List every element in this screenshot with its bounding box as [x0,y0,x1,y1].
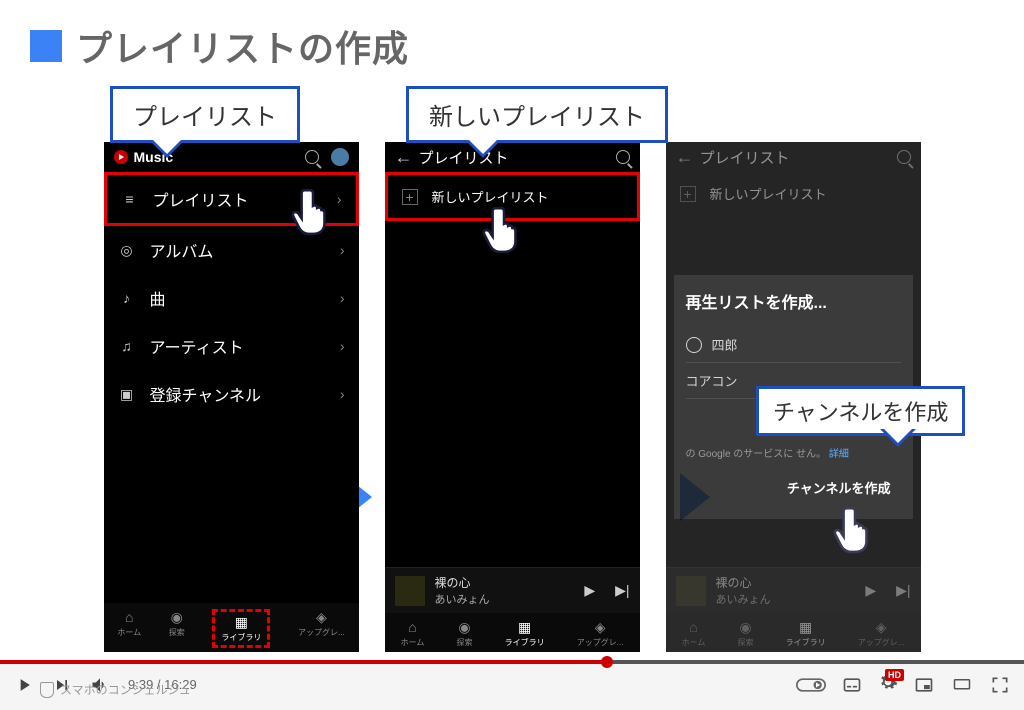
chevron-right-icon: › [340,242,345,258]
play-icon[interactable]: ▶ [584,582,595,599]
playlist-icon: ≡ [121,191,139,207]
details-link[interactable]: 詳細 [829,449,849,460]
chevron-right-icon: › [340,290,345,306]
chevron-right-icon: › [340,386,345,402]
progress-bar[interactable] [0,660,1024,664]
theater-button[interactable] [950,676,974,694]
phone-2: ← プレイリスト + 新しいプレイリスト 裸の心あいみょん ▶ ▶| [385,142,640,652]
play-icon[interactable]: ▶ [865,582,876,599]
subscription-icon: ▣ [118,386,136,402]
create-channel-button[interactable]: チャンネルを作成 [777,470,901,505]
search-icon[interactable] [305,150,319,164]
avatar[interactable] [331,148,349,166]
nav-explore[interactable]: ◉探索 [737,619,753,648]
bottom-nav: ⌂ホーム ◉探索 ▦ライブラリ ◈アップグレ... [666,613,921,652]
nav-upgrade[interactable]: ◈アップグレ... [298,609,345,648]
new-playlist-button[interactable]: + 新しいプレイリスト [666,172,921,215]
menu-item-artists[interactable]: ♫ アーティスト › [104,322,359,370]
dialog-user-row: 四郎 [686,327,901,363]
phone-1: Music ≡ プレイリスト › ◎ アルバム › [104,142,359,652]
nav-library[interactable]: ▦ライブラリ [505,619,545,648]
compass-icon: ◉ [169,609,185,625]
nav-home[interactable]: ⌂ホーム [117,609,141,648]
nav-upgrade[interactable]: ◈アップグレ... [577,619,624,648]
chevron-right-icon: › [340,338,345,354]
bottom-nav: ⌂ホーム ◉探索 ▦ライブラリ ◈アップグレ... [385,613,640,652]
bullet-icon [30,30,62,62]
callout-playlist: プレイリスト [110,86,300,143]
subtitles-button[interactable] [842,675,862,695]
music-note-icon: ♪ [118,290,136,306]
nav-library[interactable]: ▦ライブラリ [212,609,270,648]
channel-name: スマホのコンシェルジュ [40,681,191,698]
person-icon [686,337,702,353]
menu-label: アルバム [150,238,214,262]
dialog-subtext: の Google のサービスに せん。 詳細 [686,445,901,460]
callout-create-channel: チャンネルを作成 [756,386,965,436]
album-icon: ◎ [118,242,136,258]
slide-content: プレイリストの作成 プレイリスト 新しいプレイリスト チャンネルを作成 Musi… [0,0,1024,660]
shield-icon [40,682,54,698]
album-art [395,576,425,606]
menu-item-songs[interactable]: ♪ 曲 › [104,274,359,322]
pointer-hand-icon [481,204,525,254]
menu-label: 曲 [150,286,166,310]
nav-explore[interactable]: ◉探索 [456,619,472,648]
nav-library[interactable]: ▦ライブラリ [786,619,826,648]
play-button[interactable] [14,675,34,695]
dialog-title: 再生リストを作成... [686,289,901,313]
app-topbar: ← プレイリスト [666,142,921,172]
miniplayer-button[interactable] [914,675,934,695]
next-icon[interactable]: ▶| [896,582,910,599]
upgrade-icon: ◈ [313,609,329,625]
header-title: プレイリスト [700,147,790,168]
slide-title: プレイリストの作成 [76,20,409,72]
menu-item-subscriptions[interactable]: ▣ 登録チャンネル › [104,370,359,418]
search-icon[interactable] [897,150,911,164]
slide-header: プレイリストの作成 [30,20,994,72]
nav-upgrade[interactable]: ◈アップグレ... [858,619,905,648]
plus-icon: + [680,186,696,202]
menu-label: アーティスト [150,334,244,358]
menu-label: 登録チャンネル [150,382,262,406]
back-icon[interactable]: ← [676,147,694,168]
plus-icon: + [402,189,418,205]
fullscreen-button[interactable] [990,675,1010,695]
callout-new-playlist: 新しいプレイリスト [406,86,668,143]
new-playlist-label: 新しいプレイリスト [710,184,827,203]
nav-explore[interactable]: ◉探索 [169,609,185,648]
nav-home[interactable]: ⌂ホーム [682,619,706,648]
library-icon: ▦ [233,614,249,630]
hd-badge: HD [885,669,904,681]
video-player-controls: 9:39 / 16:29 HD スマホのコンシェルジュ [0,660,1024,710]
menu-label: プレイリスト [153,187,249,211]
pointer-hand-icon [290,186,334,236]
bottom-nav: ⌂ホーム ◉探索 ▦ライブラリ ◈アップグレ... [104,603,359,652]
app-topbar: ← プレイリスト [385,142,640,172]
settings-button[interactable]: HD [878,672,898,697]
now-playing-bar[interactable]: 裸の心あいみょん ▶ ▶| [666,567,921,613]
autoplay-toggle[interactable] [796,676,826,694]
chevron-right-icon: › [337,191,342,207]
nav-home[interactable]: ⌂ホーム [401,619,425,648]
progress-played [0,660,607,664]
app-topbar: Music [104,142,359,172]
home-icon: ⌂ [121,609,137,625]
next-icon[interactable]: ▶| [615,582,629,599]
search-icon[interactable] [616,150,630,164]
back-icon[interactable]: ← [395,147,413,168]
album-art [676,576,706,606]
now-playing-bar[interactable]: 裸の心あいみょん ▶ ▶| [385,567,640,613]
youtube-music-icon [114,150,128,164]
artist-icon: ♫ [118,338,136,354]
pointer-hand-icon [832,504,876,554]
